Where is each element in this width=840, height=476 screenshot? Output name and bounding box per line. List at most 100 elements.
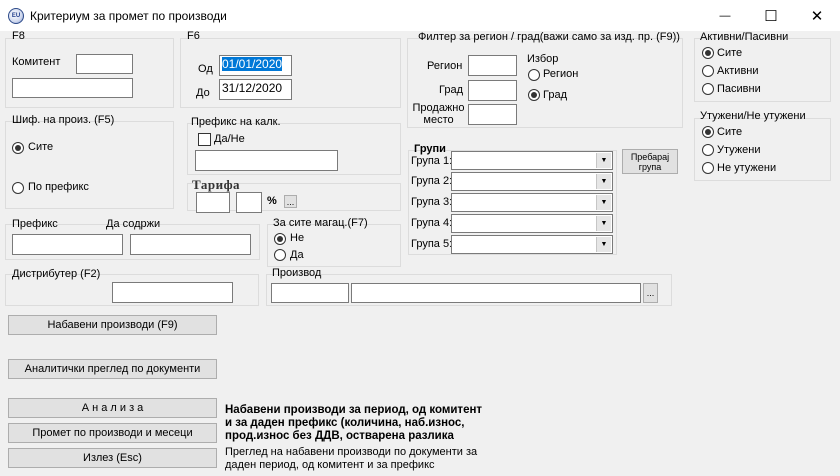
- minimize-icon: —: [719, 9, 731, 22]
- contains-input[interactable]: [130, 234, 251, 255]
- close-icon: ✕: [810, 7, 824, 25]
- calc-prefix-checkbox[interactable]: [198, 133, 211, 146]
- product-code-input[interactable]: [271, 283, 349, 303]
- radio-not-sued-label: Не утужени: [717, 162, 777, 174]
- calc-prefix-input[interactable]: [195, 150, 338, 171]
- groups-legend: Групи: [414, 143, 446, 155]
- group-4-label: Група 4:: [411, 217, 453, 229]
- group-1-label: Група 1:: [411, 155, 453, 167]
- region-filter-legend: Филтер за регион / град(важи само за изд…: [418, 31, 680, 43]
- tariff-legend: Тарифа: [192, 177, 241, 192]
- chevron-down-icon: ▼: [596, 237, 611, 252]
- radio-not-sued[interactable]: [702, 162, 714, 174]
- komitent-code-input[interactable]: [76, 54, 133, 74]
- prefix-label: Префикс: [12, 218, 58, 230]
- turnover-by-month-button[interactable]: Промет по производи и месеци: [8, 423, 217, 443]
- radio-active-all-label: Сите: [717, 47, 743, 59]
- radio-active[interactable]: [702, 65, 714, 77]
- group-3-label: Група 3:: [411, 196, 453, 208]
- radio-active-label: Активни: [717, 65, 759, 77]
- choice-legend: Избор: [527, 53, 559, 65]
- radio-code-prefix[interactable]: [12, 182, 24, 194]
- group-5-select[interactable]: ▼: [451, 235, 613, 254]
- warehouses-legend: За сите магац.(F7): [273, 217, 368, 229]
- analysis-description: Набавени производи за период, од комитен…: [225, 404, 483, 442]
- product-legend: Производ: [272, 267, 322, 279]
- product-browse-button[interactable]: ...: [643, 283, 658, 303]
- group-1-select[interactable]: ▼: [451, 151, 613, 170]
- sued-legend: Утужени/Не утужени: [700, 110, 806, 122]
- radio-code-all[interactable]: [12, 142, 24, 154]
- group-5-label: Група 5:: [411, 238, 453, 250]
- calc-prefix-checkbox-label: Да/Не: [214, 133, 245, 145]
- komitent-label: Комитент: [12, 56, 61, 68]
- city-label: Град: [439, 84, 463, 96]
- search-group-button[interactable]: Пребарај група: [622, 149, 678, 174]
- contains-label: Да содржи: [106, 218, 161, 230]
- radio-passive-label: Пасивни: [717, 83, 761, 95]
- distributor-input[interactable]: [112, 282, 233, 303]
- radio-sued-label: Утужени: [717, 144, 761, 156]
- purchased-products-button[interactable]: Набавени производи (F9): [8, 315, 217, 335]
- distributor-legend: Дистрибутер (F2): [12, 268, 101, 280]
- close-button[interactable]: ✕: [794, 0, 840, 31]
- analytic-review-button[interactable]: Аналитички преглед по документи: [8, 359, 217, 379]
- exit-button[interactable]: Излез (Esc): [8, 448, 217, 468]
- f8-legend: F8: [12, 30, 25, 42]
- group-4-select[interactable]: ▼: [451, 214, 613, 233]
- sales-place-label: Продажно место: [412, 102, 465, 126]
- radio-city[interactable]: [528, 89, 540, 101]
- radio-passive[interactable]: [702, 83, 714, 95]
- radio-code-prefix-label: По префикс: [28, 181, 89, 193]
- calc-prefix-legend: Префикс на калк.: [191, 116, 281, 128]
- product-code-group: [5, 121, 174, 209]
- radio-sued[interactable]: [702, 144, 714, 156]
- radio-warehouse-no[interactable]: [274, 233, 286, 245]
- product-name-input[interactable]: [351, 283, 641, 303]
- radio-warehouse-yes[interactable]: [274, 249, 286, 261]
- date-from-input[interactable]: 01/01/2020: [219, 55, 292, 76]
- radio-warehouse-no-label: Не: [290, 232, 305, 244]
- tariff-browse-button[interactable]: ...: [284, 195, 297, 208]
- window-title: Критериум за промет по производи: [30, 9, 227, 23]
- title-bar: EU Критериум за промет по производи — ☐ …: [0, 0, 840, 31]
- exit-description: Преглед на набавени производи по докумен…: [225, 446, 478, 471]
- date-from-label: Од: [198, 63, 213, 75]
- date-to-label: До: [196, 87, 210, 99]
- radio-region-label: Регион: [543, 68, 579, 80]
- active-passive-group: [694, 38, 831, 102]
- region-label: Регион: [427, 60, 463, 72]
- radio-sued-all[interactable]: [702, 126, 714, 138]
- radio-code-all-label: Сите: [28, 141, 54, 153]
- group-2-label: Група 2:: [411, 175, 453, 187]
- minimize-button[interactable]: —: [702, 0, 748, 31]
- maximize-icon: ☐: [764, 7, 778, 25]
- chevron-down-icon: ▼: [596, 195, 611, 210]
- date-to-input[interactable]: 31/12/2020: [219, 79, 292, 100]
- analysis-button[interactable]: А н а л и з а: [8, 398, 217, 418]
- komitent-name-input[interactable]: [12, 78, 133, 98]
- chevron-down-icon: ▼: [596, 216, 611, 231]
- f6-legend: F6: [187, 30, 200, 42]
- radio-sued-all-label: Сите: [717, 126, 743, 138]
- radio-region[interactable]: [528, 69, 540, 81]
- warehouses-group: [267, 224, 401, 267]
- chevron-down-icon: ▼: [596, 153, 611, 168]
- percent-label: %: [267, 195, 277, 207]
- tariff-code-input[interactable]: [196, 192, 230, 213]
- tariff-percent-input[interactable]: [236, 192, 262, 213]
- app-icon: EU: [8, 8, 24, 24]
- maximize-button[interactable]: ☐: [748, 0, 794, 31]
- group-2-select[interactable]: ▼: [451, 172, 613, 191]
- radio-active-all[interactable]: [702, 47, 714, 59]
- sales-place-input[interactable]: [468, 104, 517, 125]
- group-3-select[interactable]: ▼: [451, 193, 613, 212]
- chevron-down-icon: ▼: [596, 174, 611, 189]
- prefix-input[interactable]: [12, 234, 123, 255]
- product-code-legend: Шиф. на произ. (F5): [12, 114, 115, 126]
- radio-warehouse-yes-label: Да: [290, 249, 304, 261]
- radio-city-label: Град: [543, 89, 567, 101]
- city-input[interactable]: [468, 80, 517, 101]
- region-input[interactable]: [468, 55, 517, 76]
- active-passive-legend: Активни/Пасивни: [700, 31, 789, 43]
